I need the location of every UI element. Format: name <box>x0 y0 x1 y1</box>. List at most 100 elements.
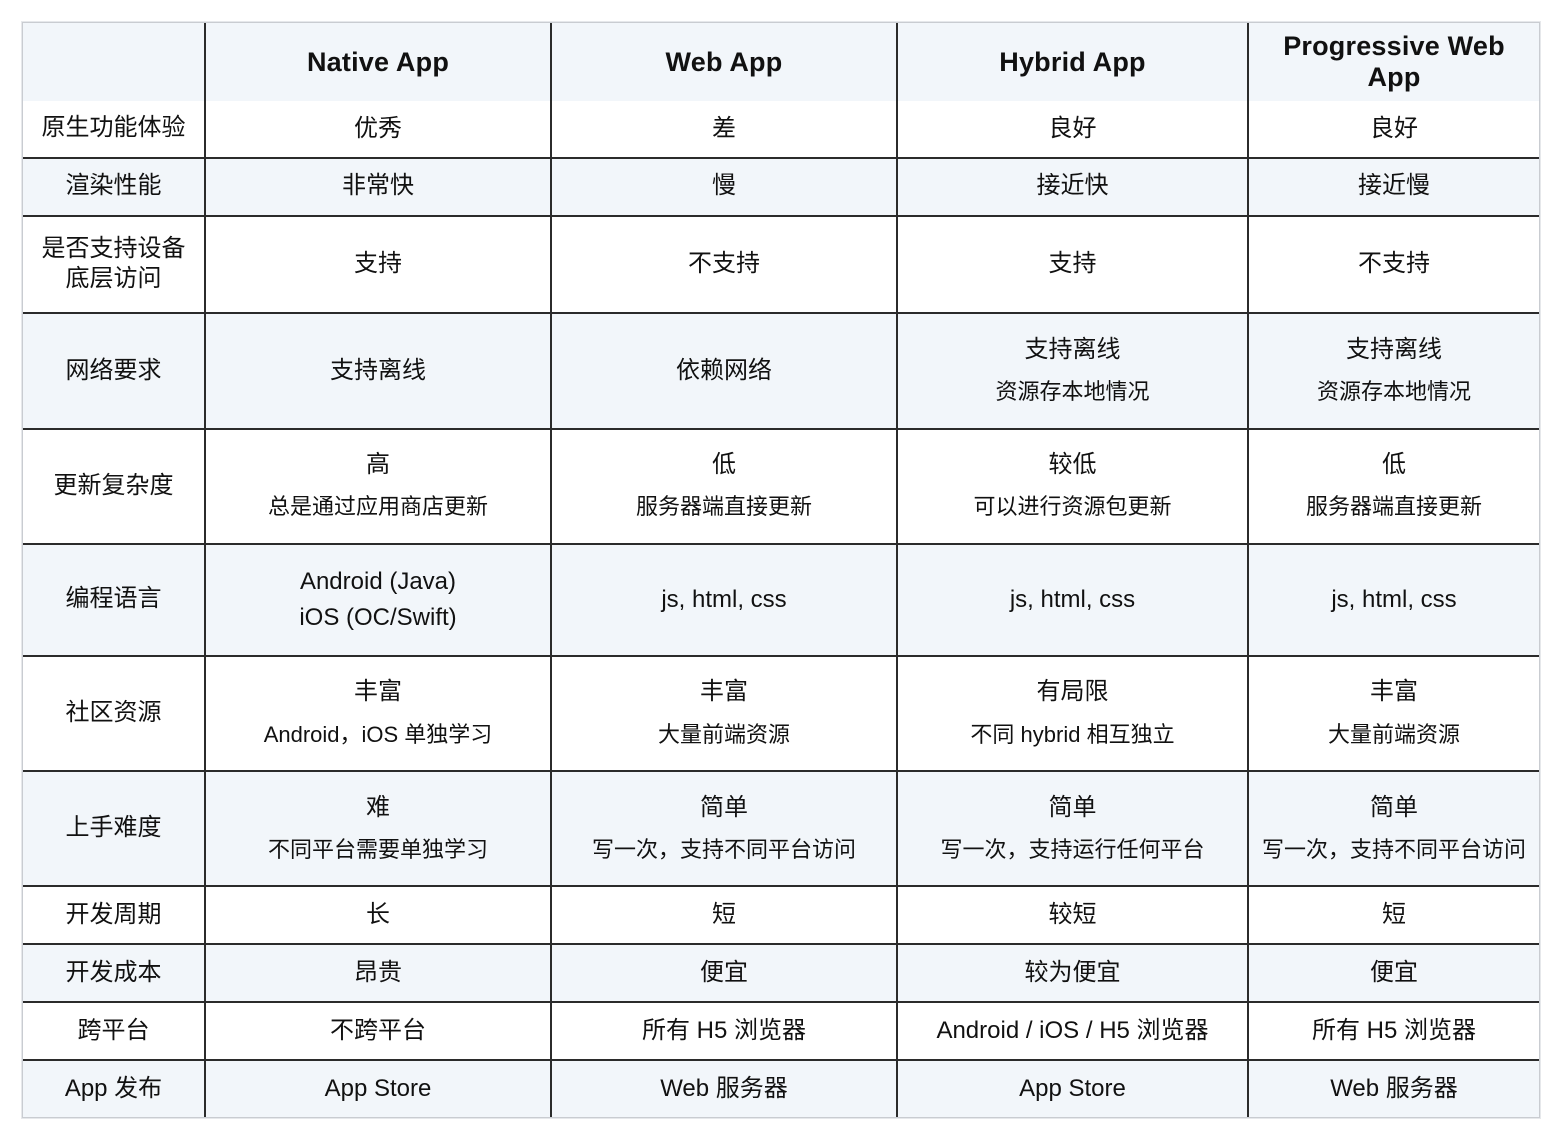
table-cell-native: 支持离线 <box>205 313 552 430</box>
cell-primary-text: 慢 <box>712 172 736 200</box>
table-cell-pwa: 支持离线资源存本地情况 <box>1248 313 1539 430</box>
table-cell-web: 慢 <box>551 157 898 217</box>
cell-secondary-text: 写一次，支持运行任何平台 <box>940 837 1205 863</box>
cell-primary-text: 支持 <box>1048 250 1097 278</box>
cell-primary-text: App Store <box>1019 1074 1126 1102</box>
cell-primary-text: 较短 <box>1048 901 1097 929</box>
table-cell-native: 高总是通过应用商店更新 <box>205 428 552 545</box>
row-header-label: 上手难度 <box>23 771 206 888</box>
column-header-web-app: Web App <box>551 23 898 101</box>
table-cell-hybrid: 支持离线 资源存本地情况 <box>897 313 1249 430</box>
table-cell-pwa: 短 <box>1248 886 1539 946</box>
cell-primary-text: 简单 <box>700 793 748 821</box>
cell-primary-text: 支持离线 <box>330 356 426 384</box>
table-row: 编程语言 Android (Java) iOS (OC/Swift) js, html… <box>23 543 1539 657</box>
table-cell-pwa: 所有 H5 浏览器 <box>1248 1002 1539 1062</box>
table-cell-web: 所有 H5 浏览器 <box>551 1002 898 1062</box>
table-row: 开发成本 昂贵 便宜 较为便宜 便宜 <box>23 944 1539 1004</box>
table-cell-pwa: 良好 <box>1248 101 1539 159</box>
cell-secondary-text: 服务器端直接更新 <box>635 494 812 520</box>
cell-primary-text: 较为便宜 <box>1024 959 1121 987</box>
cell-secondary-text: 资源存本地情况 <box>1316 379 1471 405</box>
cell-primary-text: 长 <box>366 901 390 929</box>
cell-primary-text: Web 服务器 <box>1330 1074 1458 1102</box>
cell-primary-text: 不支持 <box>688 250 760 278</box>
cell-secondary-text: 写一次，支持不同平台访问 <box>1261 837 1526 863</box>
cell-primary-text: 优秀 <box>354 114 402 142</box>
cell-secondary-text: 资源存本地情况 <box>995 379 1150 405</box>
cell-secondary-text: iOS (OC/Swift) <box>299 603 457 631</box>
row-header-label: App 发布 <box>23 1060 206 1117</box>
cell-secondary-text: 可以进行资源包更新 <box>973 494 1172 520</box>
table-cell-hybrid: 简单写一次，支持运行任何平台 <box>897 771 1249 888</box>
table-cell-pwa: 接近慢 <box>1248 157 1539 217</box>
table-cell-pwa: js, html, css <box>1248 543 1539 657</box>
cell-primary-text: 支持离线 <box>1346 335 1442 363</box>
table-row: 是否支持设备 底层访问 支持 不支持 支持 不支持 <box>23 215 1539 315</box>
table-cell-native: App Store <box>205 1060 552 1117</box>
table-cell-native: 丰富 Android，iOS 单独学习 <box>205 655 552 773</box>
table-cell-pwa: 不支持 <box>1248 215 1539 315</box>
row-header-label: 是否支持设备 底层访问 <box>23 215 206 315</box>
table-cell-hybrid: 支持 <box>897 215 1249 315</box>
cell-primary-text: 有局限 <box>1036 678 1109 706</box>
row-header-label: 渲染性能 <box>23 157 206 217</box>
table-cell-native: 非常快 <box>205 157 552 217</box>
cell-primary-text: 便宜 <box>1370 959 1418 987</box>
cell-primary-text: 较低 <box>1048 450 1097 478</box>
cell-primary-text: 低 <box>1382 450 1406 478</box>
table-cell-native: 昂贵 <box>205 944 552 1004</box>
column-header-hybrid-app: Hybrid App <box>897 23 1249 101</box>
table-cell-hybrid: App Store <box>897 1060 1249 1117</box>
table-cell-native: 长 <box>205 886 552 946</box>
table-cell-web: 低服务器端直接更新 <box>551 428 898 545</box>
table-cell-web: 依赖网络 <box>551 313 898 430</box>
table-cell-web: 短 <box>551 886 898 946</box>
table-cell-native: 优秀 <box>205 101 552 159</box>
cell-primary-text: 所有 H5 浏览器 <box>1311 1017 1476 1045</box>
table-row: 原生功能体验 优秀 差 良好 良好 <box>23 101 1539 159</box>
table-header: Native App Web App Hybrid App Progressiv… <box>23 23 1539 101</box>
table-row: 跨平台 不跨平台 所有 H5 浏览器 Android / iOS / H5 浏览器 所有… <box>23 1002 1539 1062</box>
cell-primary-text: Android (Java) <box>299 567 457 595</box>
cell-primary-text: js, html, css <box>1331 585 1457 613</box>
table-row: 上手难度难不同平台需要单独学习 简单 写一次，支持不同平台访问 简单 写一次，支持运行任… <box>23 771 1539 888</box>
column-header-progressive-web-app: Progressive Web App <box>1248 23 1539 101</box>
cell-primary-text: 丰富 <box>700 678 748 706</box>
cell-primary-text: 昂贵 <box>354 959 402 987</box>
cell-primary-text: 简单 <box>1048 793 1097 821</box>
cell-primary-text: 接近快 <box>1036 172 1109 200</box>
table-cell-hybrid: 较低可以进行资源包更新 <box>897 428 1249 545</box>
row-header-label: 跨平台 <box>23 1002 206 1062</box>
table-row: 社区资源 丰富 Android，iOS 单独学习 丰富 大量前端资源 有局限 不同 hybr… <box>23 655 1539 773</box>
cell-primary-text: 简单 <box>1370 793 1418 821</box>
cell-primary-text: 难 <box>366 793 390 821</box>
table-cell-web: 简单写一次，支持不同平台访问 <box>551 771 898 888</box>
header-corner-cell <box>23 23 206 101</box>
cell-primary-text: 非常快 <box>342 172 414 200</box>
table-cell-hybrid: 较短 <box>897 886 1249 946</box>
table-row: 渲染性能 非常快 慢 接近快 接近慢 <box>23 157 1539 217</box>
table-cell-web: 差 <box>551 101 898 159</box>
table-cell-pwa: 便宜 <box>1248 944 1539 1004</box>
table-cell-native: 难不同平台需要单独学习 <box>205 771 552 888</box>
cell-primary-text: 所有 H5 浏览器 <box>641 1017 806 1045</box>
cell-secondary-text: 大量前端资源 <box>657 721 790 747</box>
row-header-label: 社区资源 <box>23 655 206 773</box>
cell-primary-text: 依赖网络 <box>676 356 772 384</box>
table-body: 原生功能体验 优秀差良好 良好 渲染性能 非常快慢接近快 接近慢 是否支持设备 底层访问 支持不… <box>23 101 1539 1117</box>
table-cell-hybrid: 较为便宜 <box>897 944 1249 1004</box>
cell-primary-text: 便宜 <box>700 959 748 987</box>
table-cell-native: Android (Java) iOS (OC/Swift) <box>205 543 552 657</box>
cell-secondary-text: 写一次，支持不同平台访问 <box>591 837 856 863</box>
cell-primary-text: 不跨平台 <box>330 1017 426 1045</box>
cell-primary-text: 差 <box>712 114 736 142</box>
row-header-label: 原生功能体验 <box>23 101 206 159</box>
row-header-label-line: 是否支持设备 <box>41 234 186 262</box>
cell-primary-text: 支持 <box>354 250 402 278</box>
cell-secondary-text: 服务器端直接更新 <box>1305 494 1482 520</box>
table-cell-web: 不支持 <box>551 215 898 315</box>
cell-secondary-text: 总是通过应用商店更新 <box>267 494 488 520</box>
cell-secondary-text: 不同平台需要单独学习 <box>267 837 488 863</box>
row-header-label-line: 底层访问 <box>65 265 162 293</box>
